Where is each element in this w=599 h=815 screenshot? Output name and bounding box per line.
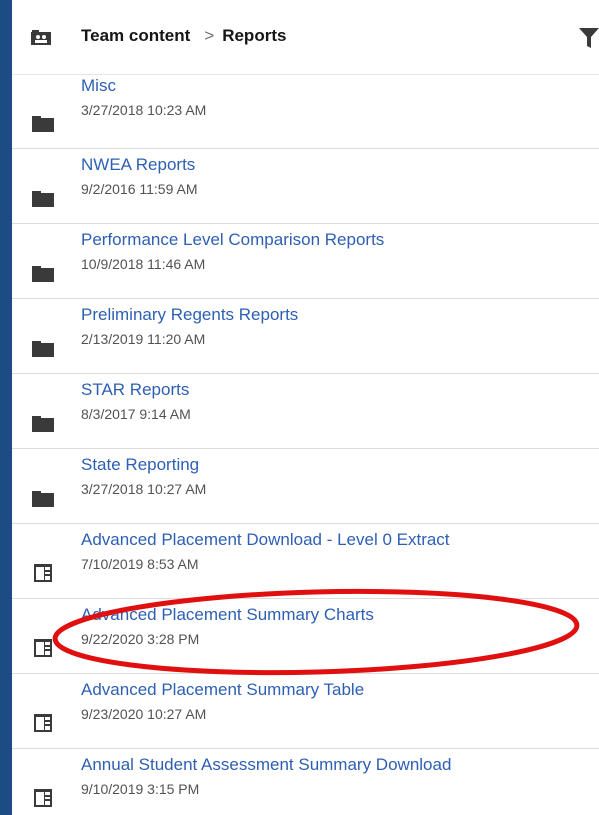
item-name-link[interactable]: STAR Reports bbox=[81, 380, 189, 400]
report-icon bbox=[34, 714, 52, 732]
breadcrumb: Team content > Reports bbox=[81, 26, 286, 46]
list-item[interactable]: Advanced Placement Summary Table 9/23/202… bbox=[12, 674, 599, 749]
report-icon bbox=[34, 789, 52, 807]
folder-icon bbox=[32, 266, 54, 282]
list-item[interactable]: Misc 3/27/2018 10:23 AM bbox=[12, 74, 599, 149]
item-modified-date: 9/10/2019 3:15 PM bbox=[81, 781, 200, 797]
item-name-link[interactable]: Annual Student Assessment Summary Downlo… bbox=[81, 755, 451, 775]
folder-icon bbox=[32, 416, 54, 432]
folder-icon bbox=[32, 116, 54, 132]
breadcrumb-separator: > bbox=[204, 26, 215, 45]
item-modified-date: 3/27/2018 10:27 AM bbox=[81, 481, 207, 497]
list-item[interactable]: State Reporting 3/27/2018 10:27 AM bbox=[12, 449, 599, 524]
item-name-link[interactable]: Preliminary Regents Reports bbox=[81, 305, 298, 325]
item-modified-date: 10/9/2018 11:46 AM bbox=[81, 256, 206, 272]
item-name-link[interactable]: Advanced Placement Summary Charts bbox=[81, 605, 374, 625]
item-name-link[interactable]: State Reporting bbox=[81, 455, 199, 475]
item-modified-date: 9/2/2016 11:59 AM bbox=[81, 181, 198, 197]
item-modified-date: 2/13/2019 11:20 AM bbox=[81, 331, 206, 347]
list-item[interactable]: Advanced Placement Summary Charts 9/22/20… bbox=[12, 599, 599, 674]
item-modified-date: 9/23/2020 10:27 AM bbox=[81, 706, 207, 722]
filter-icon[interactable] bbox=[579, 28, 599, 48]
content-list: Misc 3/27/2018 10:23 AM NWEA Reports 9/2/20… bbox=[12, 74, 599, 815]
folder-icon bbox=[32, 191, 54, 207]
team-content-icon bbox=[31, 30, 51, 45]
item-modified-date: 3/27/2018 10:23 AM bbox=[81, 102, 207, 118]
item-name-link[interactable]: Performance Level Comparison Reports bbox=[81, 230, 384, 250]
list-item[interactable]: STAR Reports 8/3/2017 9:14 AM bbox=[12, 374, 599, 449]
item-name-link[interactable]: Advanced Placement Summary Table bbox=[81, 680, 364, 700]
list-item[interactable]: Performance Level Comparison Reports 10/9… bbox=[12, 224, 599, 299]
folder-icon bbox=[32, 341, 54, 357]
list-item[interactable]: NWEA Reports 9/2/2016 11:59 AM bbox=[12, 149, 599, 224]
report-icon bbox=[34, 564, 52, 582]
folder-icon bbox=[32, 491, 54, 507]
report-icon bbox=[34, 639, 52, 657]
list-item[interactable]: Annual Student Assessment Summary Downlo… bbox=[12, 749, 599, 815]
item-name-link[interactable]: NWEA Reports bbox=[81, 155, 195, 175]
item-modified-date: 9/22/2020 3:28 PM bbox=[81, 631, 200, 647]
header: Team content > Reports bbox=[12, 0, 599, 75]
item-modified-date: 7/10/2019 8:53 AM bbox=[81, 556, 199, 572]
item-name-link[interactable]: Misc bbox=[81, 76, 116, 96]
breadcrumb-current: Reports bbox=[222, 26, 287, 45]
item-modified-date: 8/3/2017 9:14 AM bbox=[81, 406, 191, 422]
item-name-link[interactable]: Advanced Placement Download - Level 0 Ex… bbox=[81, 530, 450, 550]
list-item[interactable]: Preliminary Regents Reports 2/13/2019 11:… bbox=[12, 299, 599, 374]
breadcrumb-root[interactable]: Team content bbox=[81, 26, 190, 45]
content-panel: Team content > Reports Misc 3/27/2018 10:23… bbox=[12, 0, 599, 815]
list-item[interactable]: Advanced Placement Download - Level 0 Ex… bbox=[12, 524, 599, 599]
